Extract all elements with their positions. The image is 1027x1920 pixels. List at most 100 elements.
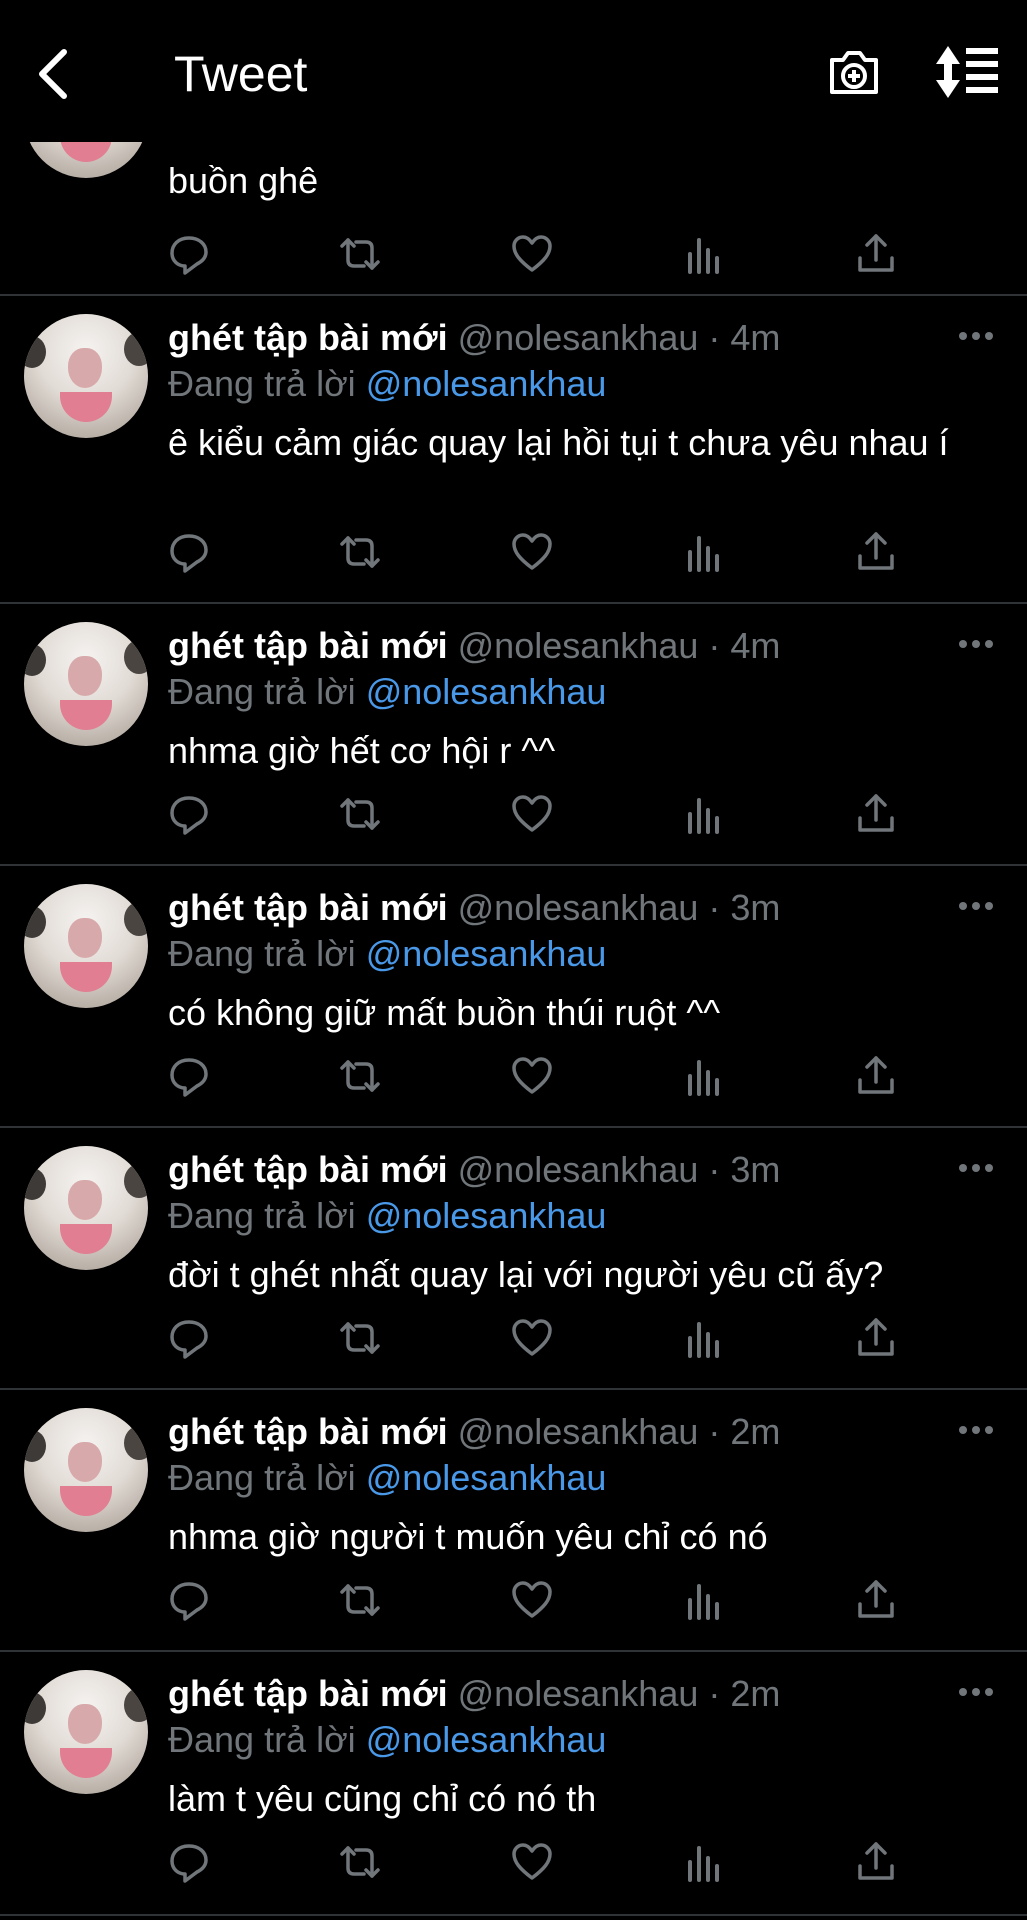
reply-icon[interactable] — [167, 1840, 211, 1884]
analytics-icon[interactable] — [682, 1840, 726, 1884]
more-options-icon[interactable] — [958, 1162, 994, 1174]
analytics-icon[interactable] — [682, 1054, 726, 1098]
retweet-icon[interactable] — [338, 792, 382, 836]
mention-link[interactable]: @nolesankhau — [366, 1195, 607, 1236]
user-handle[interactable]: @nolesankhau — [458, 1673, 699, 1714]
sort-icon[interactable] — [934, 44, 1000, 100]
timestamp: 4m — [730, 317, 781, 358]
tweet-meta: ghét tập bài mới @nolesankhau · 3m — [168, 886, 780, 930]
like-icon[interactable] — [510, 1316, 554, 1360]
replying-prefix: Đang trả lời — [168, 1195, 356, 1236]
analytics-icon[interactable] — [682, 530, 726, 574]
analytics-icon[interactable] — [682, 1578, 726, 1622]
tweet[interactable]: ghét tập bài mới @nolesankhau · 2m Đang … — [0, 1652, 1027, 1916]
share-icon[interactable] — [854, 1054, 898, 1098]
display-name[interactable]: ghét tập bài mới — [168, 625, 448, 666]
like-icon[interactable] — [510, 232, 554, 276]
tweet-text: nhma giờ hết cơ hội r ^^ — [168, 730, 556, 771]
retweet-icon[interactable] — [338, 530, 382, 574]
timestamp: 2m — [730, 1673, 781, 1714]
user-handle[interactable]: @nolesankhau — [458, 1149, 699, 1190]
tweet-actions — [0, 1316, 1027, 1362]
camera-plus-icon[interactable] — [826, 44, 882, 100]
mention-link[interactable]: @nolesankhau — [366, 1457, 607, 1498]
tweet-text: buồn ghê — [168, 160, 319, 201]
separator-dot: · — [708, 317, 721, 358]
reply-icon[interactable] — [167, 1578, 211, 1622]
avatar[interactable] — [24, 884, 148, 1008]
analytics-icon[interactable] — [682, 232, 726, 276]
reply-icon[interactable] — [167, 530, 211, 574]
tweet-text: ê kiểu cảm giác quay lại hồi tụi t chưa … — [168, 422, 949, 463]
tweet-text: làm t yêu cũng chỉ có nó th — [168, 1778, 597, 1819]
tweet-actions — [0, 1054, 1027, 1100]
more-options-icon[interactable] — [958, 638, 994, 650]
share-icon[interactable] — [854, 1840, 898, 1884]
tweet[interactable]: ghét tập bài mới @nolesankhau · 2m Đang … — [0, 1390, 1027, 1652]
tweet-text: nhma giờ người t muốn yêu chỉ có nó — [168, 1516, 768, 1557]
more-options-icon[interactable] — [958, 330, 994, 342]
display-name[interactable]: ghét tập bài mới — [168, 317, 448, 358]
retweet-icon[interactable] — [338, 1578, 382, 1622]
share-icon[interactable] — [854, 530, 898, 574]
display-name[interactable]: ghét tập bài mới — [168, 1673, 448, 1714]
mention-link[interactable]: @nolesankhau — [366, 671, 607, 712]
tweet[interactable]: ghét tập bài mới @nolesankhau · 4m Đang … — [0, 604, 1027, 866]
display-name[interactable]: ghét tập bài mới — [168, 1149, 448, 1190]
avatar[interactable] — [24, 1146, 148, 1270]
avatar[interactable] — [24, 1408, 148, 1532]
top-bar: Tweet — [0, 0, 1027, 142]
more-options-icon[interactable] — [958, 1424, 994, 1436]
like-icon[interactable] — [510, 1840, 554, 1884]
share-icon[interactable] — [854, 1316, 898, 1360]
tweet-actions — [0, 232, 1027, 278]
avatar[interactable] — [24, 622, 148, 746]
share-icon[interactable] — [854, 792, 898, 836]
user-handle[interactable]: @nolesankhau — [458, 625, 699, 666]
user-handle[interactable]: @nolesankhau — [458, 887, 699, 928]
like-icon[interactable] — [510, 530, 554, 574]
analytics-icon[interactable] — [682, 792, 726, 836]
tweet[interactable]: ghét tập bài mới @nolesankhau · 3m Đang … — [0, 1128, 1027, 1390]
timestamp: 3m — [730, 1149, 781, 1190]
mention-link[interactable]: @nolesankhau — [366, 363, 607, 404]
retweet-icon[interactable] — [338, 232, 382, 276]
separator-dot: · — [708, 887, 721, 928]
avatar[interactable] — [24, 1670, 148, 1794]
reply-icon[interactable] — [167, 232, 211, 276]
retweet-icon[interactable] — [338, 1054, 382, 1098]
analytics-icon[interactable] — [682, 1316, 726, 1360]
mention-link[interactable]: @nolesankhau — [366, 933, 607, 974]
mention-link[interactable]: @nolesankhau — [366, 1719, 607, 1760]
user-handle[interactable]: @nolesankhau — [458, 317, 699, 358]
tweet[interactable]: ghét tập bài mới @nolesankhau · 3m Đang … — [0, 866, 1027, 1128]
tweet[interactable]: ghét tập bài mới @nolesankhau · 4m Đang … — [0, 296, 1027, 604]
replying-prefix: Đang trả lời — [168, 1719, 356, 1760]
replying-to: Đang trả lời @nolesankhau — [168, 1194, 606, 1238]
display-name[interactable]: ghét tập bài mới — [168, 887, 448, 928]
more-options-icon[interactable] — [958, 1686, 994, 1698]
like-icon[interactable] — [510, 1054, 554, 1098]
retweet-icon[interactable] — [338, 1840, 382, 1884]
replying-to: Đang trả lời @nolesankhau — [168, 932, 606, 976]
reply-icon[interactable] — [167, 1054, 211, 1098]
tweet-meta: ghét tập bài mới @nolesankhau · 3m — [168, 1148, 780, 1192]
replying-to: Đang trả lời @nolesankhau — [168, 670, 606, 714]
user-handle[interactable]: @nolesankhau — [458, 1411, 699, 1452]
like-icon[interactable] — [510, 792, 554, 836]
chevron-left-icon[interactable] — [30, 44, 80, 104]
retweet-icon[interactable] — [338, 1316, 382, 1360]
tweet-meta: ghét tập bài mới @nolesankhau · 2m — [168, 1410, 780, 1454]
more-options-icon[interactable] — [958, 900, 994, 912]
tweet-text: có không giữ mất buồn thúi ruột ^^ — [168, 992, 721, 1033]
reply-icon[interactable] — [167, 1316, 211, 1360]
like-icon[interactable] — [510, 1578, 554, 1622]
share-icon[interactable] — [854, 1578, 898, 1622]
display-name[interactable]: ghét tập bài mới — [168, 1411, 448, 1452]
share-icon[interactable] — [854, 232, 898, 276]
avatar[interactable] — [24, 314, 148, 438]
tweet-actions — [0, 1840, 1027, 1886]
replying-prefix: Đang trả lời — [168, 933, 356, 974]
tweet-actions — [0, 792, 1027, 838]
reply-icon[interactable] — [167, 792, 211, 836]
